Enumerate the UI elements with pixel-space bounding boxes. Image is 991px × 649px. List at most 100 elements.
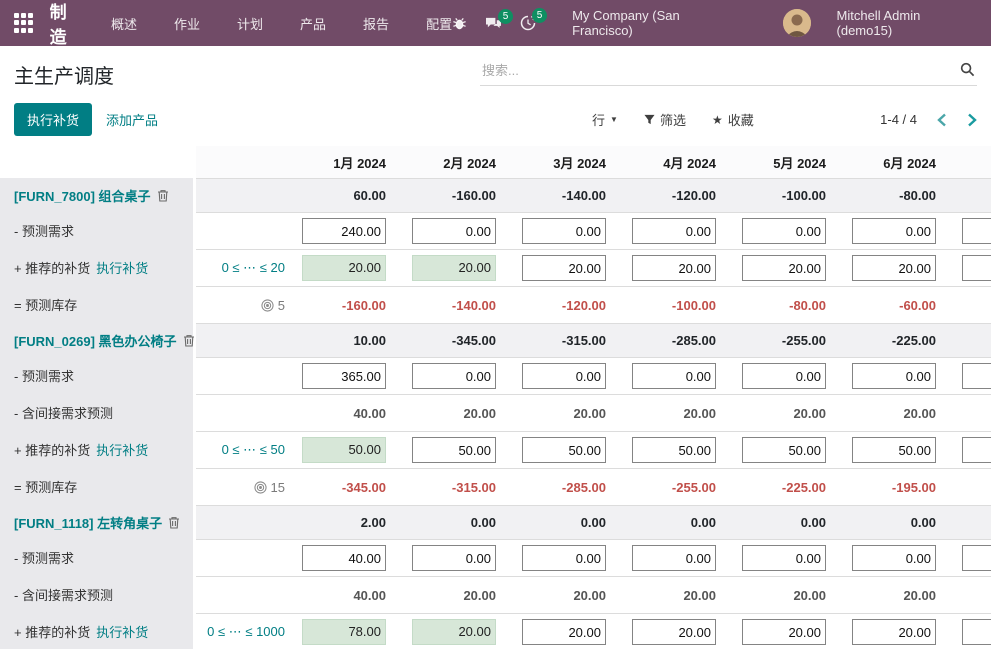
product-2-stock-value-5: -225.00 [730,480,840,495]
search-icon[interactable] [960,62,975,77]
product-2-forecast-demand-row-label-cell: - 预测需求 [0,357,196,394]
product-3-demand-input-4[interactable] [632,545,716,571]
product-2-indirect-value-text-1: 40.00 [353,406,386,421]
product-2-indirect-value-text-6: 20.00 [903,406,936,421]
product-2-demand-input-1[interactable] [302,363,386,389]
month-header-2: 2月 2024 [400,153,510,172]
activities-clock-icon[interactable]: 5 [520,15,536,31]
product-3-demand-input-5[interactable] [742,545,826,571]
product-2-row-label-cell: [FURN_0269] 黑色办公椅子 [0,323,196,357]
product-1-demand-input-5[interactable] [742,218,826,244]
pager-previous-icon[interactable] [937,113,947,127]
product-3-demand-input-3[interactable] [522,545,606,571]
product-1-demand-input-7[interactable] [962,218,991,244]
product-2-demand-input-6[interactable] [852,363,936,389]
product-1-demand-input-1[interactable] [302,218,386,244]
product-3-starting-value-5: 0.00 [730,515,840,530]
product-2-starting-value-6: -225.00 [840,333,950,348]
user-avatar[interactable] [783,9,811,37]
product-1-demand-input-3[interactable] [522,218,606,244]
product-1-demand-input-6[interactable] [852,218,936,244]
month-header-4: 4月 2024 [620,153,730,172]
product-2-replenish-input-partial[interactable] [962,437,991,463]
month-header-row: 1月 20242月 20243月 20244月 20245月 20246月 20… [0,146,991,178]
product-1-replenish-input-4[interactable] [632,255,716,281]
delete-product-1-icon[interactable] [157,189,169,202]
product-3-replenish-filled-1[interactable]: 78.00 [302,619,386,645]
product-3-demand-input-6[interactable] [852,545,936,571]
nav-menu-item-2[interactable]: 作业 [174,14,200,33]
product-3-name[interactable]: [FURN_1118] 左转角桌子 [14,513,162,532]
product-3-replenish-input-6[interactable] [852,619,936,645]
product-2-replenish-filled-1[interactable]: 50.00 [302,437,386,463]
add-product-button[interactable]: 添加产品 [92,103,172,136]
delete-product-3-icon[interactable] [168,516,180,529]
product-2-demand-input-7[interactable] [962,363,991,389]
product-2-replenish-input-2[interactable] [412,437,496,463]
product-2-demand-input-2[interactable] [412,363,496,389]
nav-menu-item-3[interactable]: 计划 [237,14,263,33]
product-3-replenish-input-3[interactable] [522,619,606,645]
product-2-replenish-input-3-cell [510,437,620,463]
product-1-replenish-filled-2[interactable]: 20.00 [412,255,496,281]
product-2-stock-value-text-1: -345.00 [342,480,386,495]
product-3-replenish-link[interactable]: 执行补货 [96,622,148,641]
product-2-name[interactable]: [FURN_0269] 黑色办公椅子 [14,331,177,350]
delete-product-2-icon[interactable] [183,334,195,347]
favorites-dropdown[interactable]: ★ 收藏 [712,110,754,129]
product-3-replenish-filled-2[interactable]: 20.00 [412,619,496,645]
product-1-starting-value-4: -120.00 [620,188,730,203]
product-2-replenish-link[interactable]: 执行补货 [96,440,148,459]
nav-menu-item-5[interactable]: 报告 [363,14,389,33]
product-3-replenish-input-partial-cell [950,619,991,645]
product-2-replenish-input-5[interactable] [742,437,826,463]
product-1-name[interactable]: [FURN_7800] 组合桌子 [14,186,151,205]
product-3-demand-input-1[interactable] [302,545,386,571]
product-3-demand-input-2[interactable] [412,545,496,571]
product-1-demand-input-4-cell [620,218,730,244]
product-1-demand-input-7-cell [950,218,991,244]
product-2-replenish-input-4[interactable] [632,437,716,463]
nav-menu-item-6[interactable]: 配置 [426,14,452,33]
product-1-demand-input-2[interactable] [412,218,496,244]
product-1-replenish-input-partial[interactable] [962,255,991,281]
month-header-row-cells: 1月 20242月 20243月 20244月 20245月 20246月 20… [196,146,991,178]
product-1-stock-target-value: 5 [278,298,285,313]
product-1-demand-input-4[interactable] [632,218,716,244]
product-1-replenish-input-5[interactable] [742,255,826,281]
product-2-replenish-input-6[interactable] [852,437,936,463]
product-1-stock-value-text-3: -120.00 [562,298,606,313]
replenish-button[interactable]: 执行补货 [14,103,92,136]
product-2-demand-input-5[interactable] [742,363,826,389]
nav-menu-item-4[interactable]: 产品 [300,14,326,33]
product-3-demand-input-3-cell [510,545,620,571]
debug-bug-icon[interactable] [452,16,467,31]
product-1-replenish-input-6[interactable] [852,255,936,281]
product-2-stock-value-6: -195.00 [840,480,950,495]
messages-icon[interactable]: 5 [485,16,502,31]
product-2-demand-input-4[interactable] [632,363,716,389]
product-2-replenish-input-6-cell [840,437,950,463]
product-3-indirect-value-5: 20.00 [730,588,840,603]
rows-dropdown[interactable]: 行 ▼ [592,110,618,129]
apps-menu-icon[interactable] [14,13,34,33]
app-name[interactable]: 制造 [50,0,83,48]
product-3-starting-value-6: 0.00 [840,515,950,530]
product-3-demand-input-7[interactable] [962,545,991,571]
product-2-forecast-demand-row: - 预测需求 [0,357,991,394]
product-3-replenish-input-4[interactable] [632,619,716,645]
product-1-replenish-link[interactable]: 执行补货 [96,258,148,277]
product-2-replenish-input-3[interactable] [522,437,606,463]
search-input[interactable]: 搜索... [480,56,977,86]
filters-dropdown[interactable]: 筛选 [644,110,686,129]
product-2-indirect-value-4: 20.00 [620,406,730,421]
product-1-replenish-input-3[interactable] [522,255,606,281]
product-1-replenish-filled-1[interactable]: 20.00 [302,255,386,281]
product-3-replenish-input-5[interactable] [742,619,826,645]
product-2-demand-input-3[interactable] [522,363,606,389]
company-switcher[interactable]: My Company (San Francisco) [572,8,738,38]
nav-menu-item-1[interactable]: 概述 [111,14,137,33]
user-menu[interactable]: Mitchell Admin (demo15) [837,8,975,38]
product-3-replenish-input-partial[interactable] [962,619,991,645]
pager-next-icon[interactable] [967,113,977,127]
